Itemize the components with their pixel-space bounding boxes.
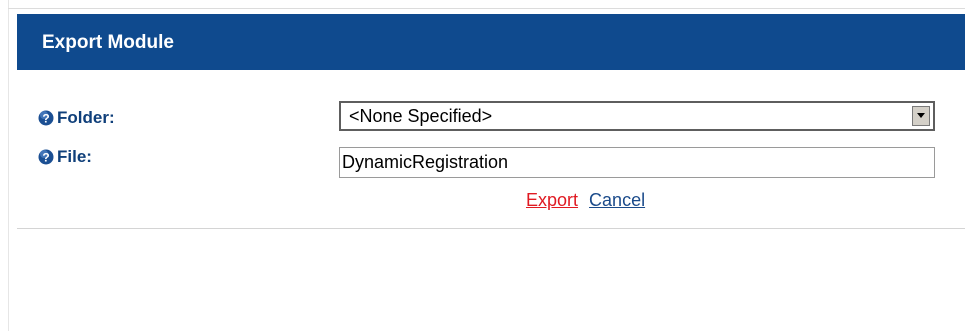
export-module-panel: Export Module ? Folder: <None Specified>… [17,14,965,229]
file-label: File: [57,147,92,166]
chevron-down-icon[interactable] [912,106,930,126]
folder-select[interactable]: <None Specified> [339,101,935,131]
file-label-row: ? File: [38,147,92,167]
svg-text:?: ? [42,151,49,165]
action-links: Export Cancel [526,190,645,211]
folder-label: Folder: [57,108,115,127]
file-name-input[interactable] [339,147,935,178]
folder-help-icon[interactable]: ? [38,110,54,126]
folder-label-row: ? Folder: [38,108,115,128]
page-left-border [8,0,9,331]
svg-text:?: ? [42,112,49,126]
folder-select-value: <None Specified> [349,106,493,126]
panel-title: Export Module [42,32,174,53]
export-link[interactable]: Export [526,190,578,210]
cancel-link[interactable]: Cancel [589,190,645,210]
panel-header: Export Module [17,14,965,70]
page-top-border [8,8,965,9]
file-help-icon[interactable]: ? [38,149,54,165]
